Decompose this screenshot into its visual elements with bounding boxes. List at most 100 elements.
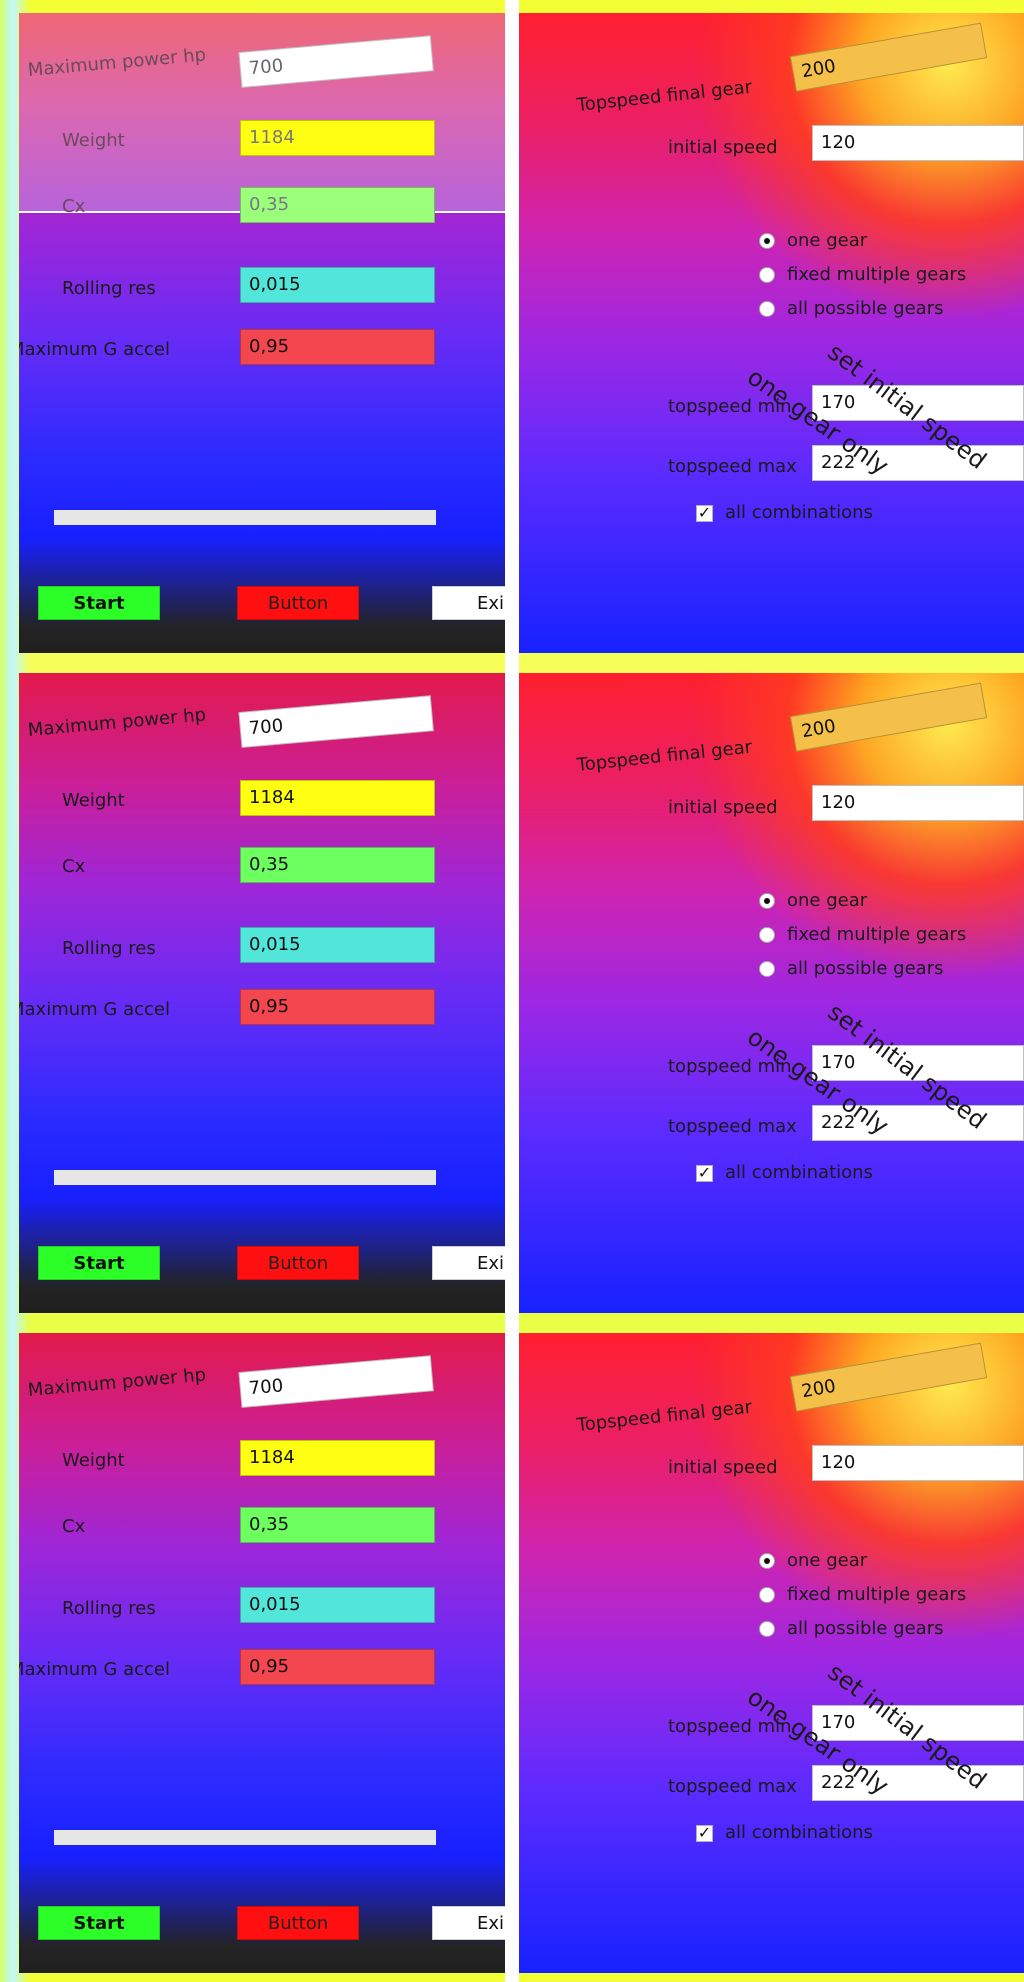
all-combinations-checkbox[interactable]: ✓ all combinations [696,503,873,523]
initial-speed-label: initial speed [668,137,778,158]
cx-label: Cx [62,856,86,877]
all-combinations-checkbox[interactable]: ✓ all combinations [696,1163,873,1183]
check-icon: ✓ [696,1163,713,1182]
initial-speed-label: initial speed [668,797,778,818]
radio-all-possible[interactable]: all possible gears [759,1619,943,1639]
weight-input[interactable]: 1184 [240,780,435,816]
topspeed-final-input[interactable]: 200 [789,22,988,92]
left-panel-1-top-overlay [19,13,505,211]
radio-unselected-icon [759,927,775,943]
radio-selected-icon [759,1553,775,1569]
max-g-label: Maximum G accel [19,339,170,360]
radio-selected-icon [759,233,775,249]
radio-unselected-icon [759,1621,775,1637]
check-icon: ✓ [696,1823,713,1842]
initial-speed-input[interactable]: 120 [812,125,1024,161]
row-1: Maximum power hp 700 Weight 1184 Cx 0,35… [0,0,1024,653]
left-panel-2: Maximum power hp 700 Weight 1184 Cx 0,35… [19,673,505,1313]
left-panel-1: Maximum power hp 700 Weight 1184 Cx 0,35… [19,13,505,653]
progress-bar [54,1830,436,1845]
radio-fixed-multiple[interactable]: fixed multiple gears [759,925,966,945]
radio-one-gear[interactable]: one gear [759,231,867,251]
radio-all-possible-label: all possible gears [787,1618,944,1639]
exit-button[interactable]: Exi [432,586,505,620]
weight-label: Weight [62,1450,125,1471]
radio-unselected-icon [759,1587,775,1603]
all-combinations-label: all combinations [725,1162,873,1183]
topspeed-max-label: topspeed max [668,1116,797,1137]
exit-button[interactable]: Exi [432,1906,505,1940]
rolling-res-input[interactable]: 0,015 [240,1587,435,1623]
all-combinations-label: all combinations [725,502,873,523]
radio-fixed-multiple[interactable]: fixed multiple gears [759,265,966,285]
max-g-label: Maximum G accel [19,1659,170,1680]
max-g-input[interactable]: 0,95 [240,989,435,1025]
progress-bar [54,1170,436,1185]
topspeed-max-label: topspeed max [668,456,797,477]
max-power-input[interactable]: 700 [238,695,434,748]
radio-selected-icon [759,893,775,909]
max-power-label: Maximum power hp [27,1364,207,1401]
row-3: Maximum power hp 700 Weight 1184 Cx 0,35… [0,1320,1024,1973]
rolling-res-input[interactable]: 0,015 [240,927,435,963]
radio-all-possible-label: all possible gears [787,298,944,319]
cx-input[interactable]: 0,35 [240,847,435,883]
topspeed-max-label: topspeed max [668,1776,797,1797]
cx-input[interactable]: 0,35 [240,1507,435,1543]
weight-label: Weight [62,130,125,151]
radio-all-possible[interactable]: all possible gears [759,959,943,979]
topspeed-final-label: Topspeed final gear [575,1396,753,1436]
max-g-label: Maximum G accel [19,999,170,1020]
radio-one-gear-label: one gear [787,230,868,251]
radio-unselected-icon [759,301,775,317]
action-button[interactable]: Button [237,1906,359,1940]
radio-one-gear[interactable]: one gear [759,1551,867,1571]
radio-all-possible-label: all possible gears [787,958,944,979]
initial-speed-input[interactable]: 120 [812,1445,1024,1481]
row-2: Maximum power hp 700 Weight 1184 Cx 0,35… [0,660,1024,1313]
radio-fixed-multiple-label: fixed multiple gears [787,924,967,945]
check-icon: ✓ [696,503,713,522]
left-panel-3: Maximum power hp 700 Weight 1184 Cx 0,35… [19,1333,505,1973]
radio-unselected-icon [759,961,775,977]
max-power-input[interactable]: 700 [238,1355,434,1408]
max-g-input[interactable]: 0,95 [240,1649,435,1685]
initial-speed-input[interactable]: 120 [812,785,1024,821]
rolling-res-label: Rolling res [62,1598,156,1619]
cx-input[interactable]: 0,35 [240,187,435,223]
radio-fixed-multiple-label: fixed multiple gears [787,1584,967,1605]
right-panel-2: Topspeed final gear 200 initial speed 12… [519,673,1024,1313]
radio-one-gear[interactable]: one gear [759,891,867,911]
topspeed-final-input[interactable]: 200 [789,1342,988,1412]
weight-label: Weight [62,790,125,811]
start-button[interactable]: Start [38,586,160,620]
weight-input[interactable]: 1184 [240,120,435,156]
action-button[interactable]: Button [237,586,359,620]
weight-input[interactable]: 1184 [240,1440,435,1476]
cx-label: Cx [62,196,86,217]
rolling-res-label: Rolling res [62,938,156,959]
cx-label: Cx [62,1516,86,1537]
topspeed-final-label: Topspeed final gear [575,76,753,116]
topspeed-final-label: Topspeed final gear [575,736,753,776]
all-combinations-checkbox[interactable]: ✓ all combinations [696,1823,873,1843]
right-panel-3: Topspeed final gear 200 initial speed 12… [519,1333,1024,1973]
start-button[interactable]: Start [38,1246,160,1280]
progress-bar [54,510,436,525]
topspeed-final-input[interactable]: 200 [789,682,988,752]
initial-speed-label: initial speed [668,1457,778,1478]
right-panel-1: Topspeed final gear 200 initial speed 12… [519,13,1024,653]
all-combinations-label: all combinations [725,1822,873,1843]
action-button[interactable]: Button [237,1246,359,1280]
max-g-input[interactable]: 0,95 [240,329,435,365]
max-power-label: Maximum power hp [27,704,207,741]
radio-fixed-multiple[interactable]: fixed multiple gears [759,1585,966,1605]
rolling-res-label: Rolling res [62,278,156,299]
radio-all-possible[interactable]: all possible gears [759,299,943,319]
radio-one-gear-label: one gear [787,890,868,911]
rolling-res-input[interactable]: 0,015 [240,267,435,303]
radio-one-gear-label: one gear [787,1550,868,1571]
exit-button[interactable]: Exi [432,1246,505,1280]
radio-unselected-icon [759,267,775,283]
start-button[interactable]: Start [38,1906,160,1940]
